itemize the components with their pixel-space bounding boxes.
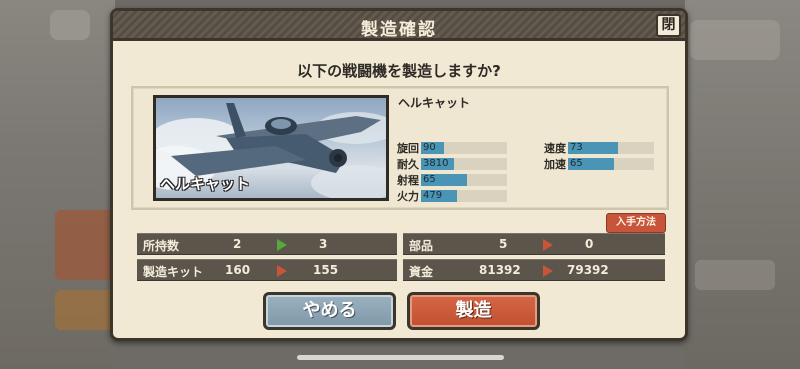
stat-label: 旋回 <box>397 141 419 155</box>
build-confirm-dialog: 製造確認 閉 以下の戦闘機を製造しますか? ヘルキャット ヘルキャット 旋回 9… <box>110 8 688 341</box>
stat-label: 速度 <box>544 141 566 155</box>
resource-label: 製造キット <box>143 265 204 279</box>
stat-value: 65 <box>570 157 583 169</box>
decrease-arrow-icon <box>277 265 287 277</box>
how-to-obtain-button[interactable]: 入手方法 <box>606 213 666 233</box>
stat-value: 479 <box>423 189 443 201</box>
resource-after: 155 <box>313 263 339 277</box>
home-indicator[interactable] <box>297 355 504 360</box>
stat-bar: 90 <box>421 141 507 154</box>
dialog-title-bar: 製造確認 閉 <box>113 11 685 41</box>
background-element <box>50 10 90 40</box>
resource-row-owned: 所持数 2 3 <box>137 233 397 255</box>
resource-row-funds: 資金 81392 79392 <box>403 259 665 281</box>
resource-after: 79392 <box>567 263 609 277</box>
resource-before: 81392 <box>479 263 521 277</box>
stat-speed: 速度 73 <box>544 141 654 155</box>
stat-bar: 73 <box>568 141 654 154</box>
stat-range: 射程 65 <box>397 173 507 187</box>
resource-after: 0 <box>585 237 594 251</box>
stat-label: 耐久 <box>397 157 419 171</box>
background-right <box>685 0 800 369</box>
stat-bar: 65 <box>421 173 507 186</box>
background-left <box>0 0 115 369</box>
aircraft-info-panel: ヘルキャット ヘルキャット 旋回 90 耐久 3810 射程 65 火力 479… <box>131 86 669 210</box>
aircraft-image-caption: ヘルキャット <box>160 175 251 193</box>
resource-before: 160 <box>225 263 251 277</box>
aircraft-image: ヘルキャット <box>153 95 389 201</box>
resource-row-parts: 部品 5 0 <box>403 233 665 255</box>
resource-after: 3 <box>319 237 328 251</box>
stat-value: 3810 <box>423 157 449 169</box>
resource-label: 所持数 <box>143 239 180 253</box>
stat-value: 65 <box>423 173 436 185</box>
background-element <box>55 210 115 280</box>
stat-firepower: 火力 479 <box>397 189 507 203</box>
close-button[interactable]: 閉 <box>656 14 681 37</box>
stat-label: 加速 <box>544 157 566 171</box>
dialog-title: 製造確認 <box>361 20 437 40</box>
stat-bar: 3810 <box>421 157 507 170</box>
resource-before: 2 <box>233 237 242 251</box>
background-element <box>690 20 780 60</box>
stat-acceleration: 加速 65 <box>544 157 654 171</box>
stat-value: 73 <box>570 141 583 153</box>
background-element <box>55 290 115 330</box>
resource-row-kit: 製造キット 160 155 <box>137 259 397 281</box>
background-element <box>695 260 775 290</box>
decrease-arrow-icon <box>543 239 553 251</box>
resource-label: 部品 <box>409 239 434 253</box>
aircraft-name: ヘルキャット <box>398 96 471 110</box>
stat-label: 火力 <box>397 189 419 203</box>
cancel-button[interactable]: やめる <box>263 292 396 330</box>
stat-bar: 65 <box>568 157 654 170</box>
stat-durability: 耐久 3810 <box>397 157 507 171</box>
resource-before: 5 <box>499 237 508 251</box>
decrease-arrow-icon <box>543 265 553 277</box>
resource-label: 資金 <box>409 265 434 279</box>
confirm-question: 以下の戦闘機を製造しますか? <box>297 62 501 80</box>
stat-label: 射程 <box>397 173 419 187</box>
increase-arrow-icon <box>277 239 287 251</box>
build-button[interactable]: 製造 <box>407 292 540 330</box>
stat-bar: 479 <box>421 189 507 202</box>
stat-value: 90 <box>423 141 436 153</box>
stat-turn: 旋回 90 <box>397 141 507 155</box>
